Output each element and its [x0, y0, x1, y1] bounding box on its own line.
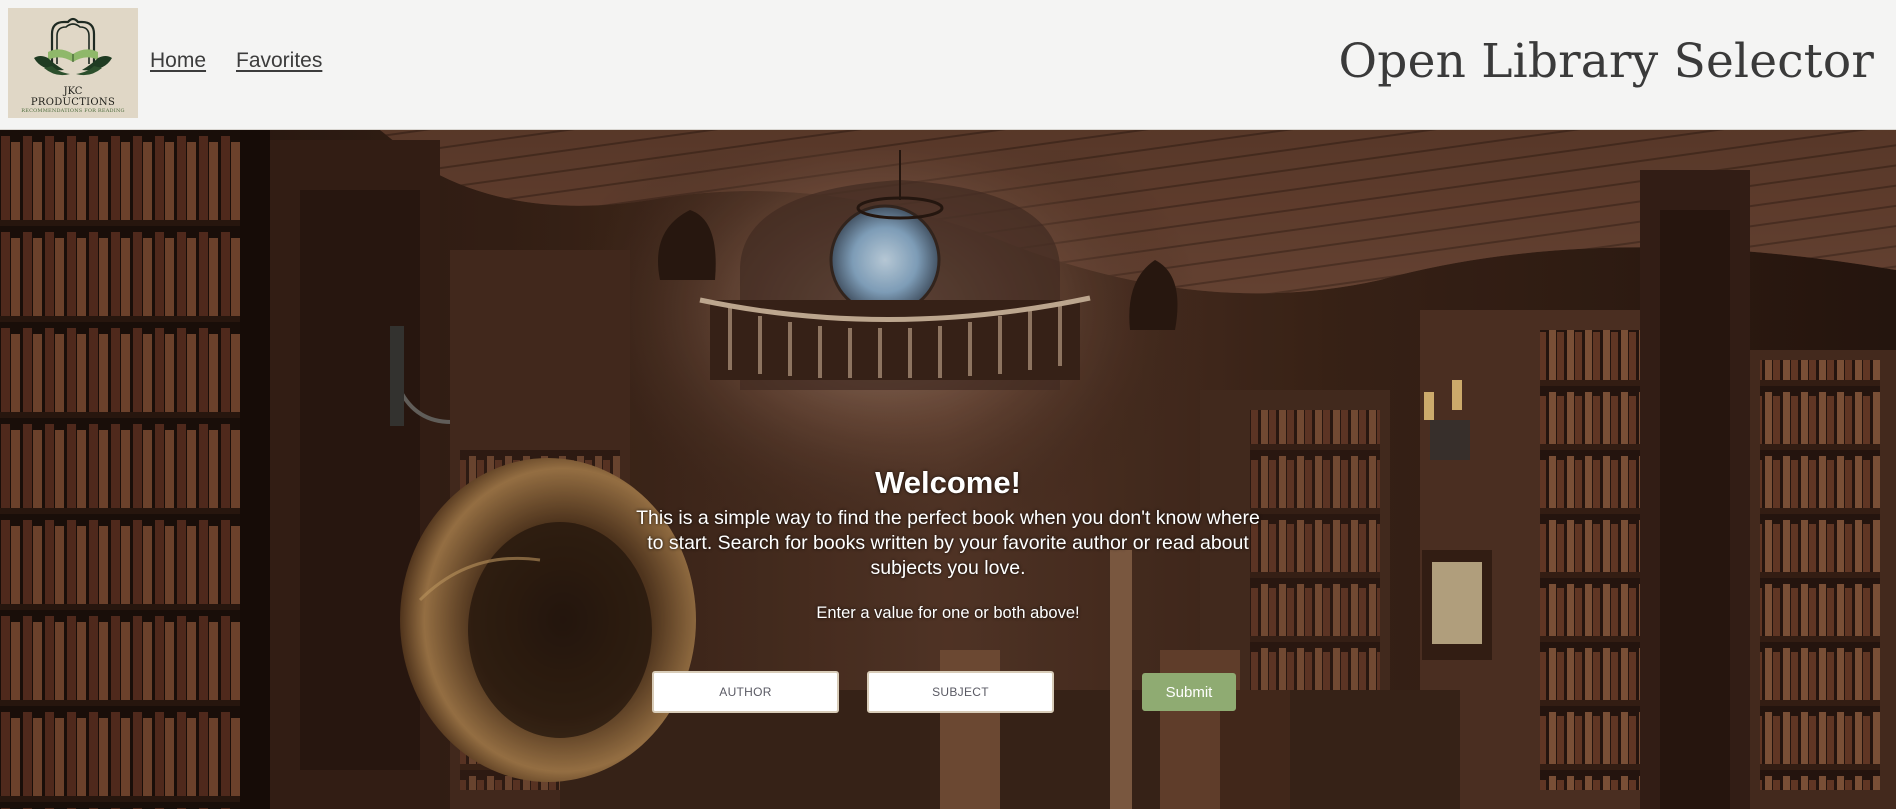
- site-title: Open Library Selector: [1338, 34, 1874, 89]
- search-hint-text: Enter a value for one or both above!: [816, 604, 1080, 622]
- brand-logo[interactable]: JKC PRODUCTIONS RECOMMENDATIONS FOR READ…: [8, 8, 138, 118]
- logo-text-name: PRODUCTIONS: [30, 97, 116, 108]
- author-input[interactable]: [652, 671, 839, 713]
- logo-tagline: RECOMMENDATIONS FOR READING: [21, 108, 125, 114]
- page: JKC PRODUCTIONS RECOMMENDATIONS FOR READ…: [0, 0, 1896, 809]
- nav-home-link[interactable]: Home: [150, 49, 206, 73]
- subject-input[interactable]: [867, 671, 1054, 713]
- welcome-heading: Welcome!: [875, 465, 1021, 500]
- intro-text: This is a simple way to find the perfect…: [636, 507, 1260, 579]
- logo-text-initials: JKC: [63, 86, 83, 97]
- open-book-hands-icon: [34, 17, 112, 76]
- site-header: JKC PRODUCTIONS RECOMMENDATIONS FOR READ…: [0, 0, 1896, 130]
- submit-button[interactable]: Submit: [1142, 673, 1236, 711]
- nav-favorites-link[interactable]: Favorites: [236, 49, 322, 73]
- hero-section: Welcome! This is a simple way to find th…: [0, 130, 1896, 809]
